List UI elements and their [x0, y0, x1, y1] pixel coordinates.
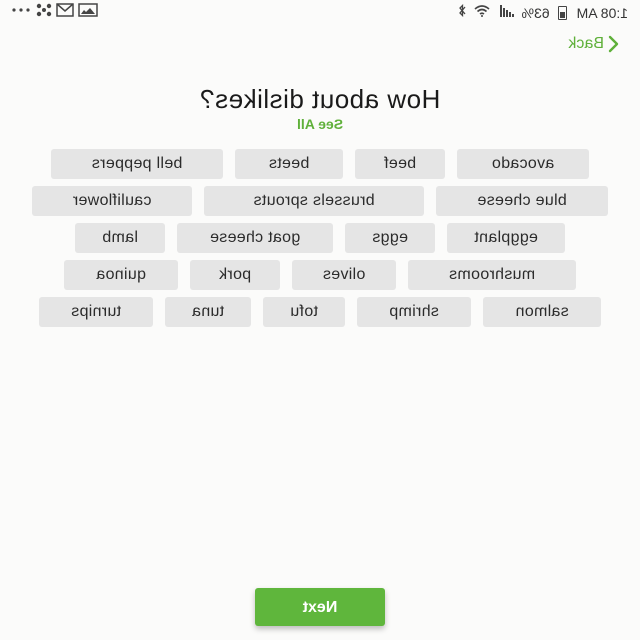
chip-cauliflower[interactable]: cauliflower [32, 186, 192, 216]
food-chip-list: avocado beef beets bell peppers blue che… [24, 149, 616, 327]
chip-shrimp[interactable]: shrimp [357, 297, 471, 327]
wifi-icon [474, 4, 490, 21]
chip-mushrooms[interactable]: mushrooms [408, 260, 576, 290]
chip-lamb[interactable]: lamb [75, 223, 165, 253]
screen: 1:08 AM 63% Back How about dislikes? See… [0, 0, 640, 640]
next-button[interactable]: Next [255, 588, 385, 626]
chip-tuna[interactable]: tuna [165, 297, 251, 327]
signal-icon [498, 4, 514, 21]
gallery-icon [78, 3, 98, 21]
more-icon[interactable] [10, 4, 32, 20]
chip-bell-peppers[interactable]: bell peppers [51, 149, 223, 179]
page-title: How about dislikes? [199, 84, 441, 114]
clock: 1:08 AM [576, 4, 628, 21]
see-all-link[interactable]: See All [0, 116, 640, 132]
battery-percent: 63% [521, 4, 550, 21]
status-bar: 1:08 AM 63% [0, 0, 640, 26]
chip-turnips[interactable]: turnips [39, 297, 153, 327]
chip-quinoa[interactable]: quinoa [64, 260, 178, 290]
chip-goat-cheese[interactable]: goat cheese [177, 223, 333, 253]
chip-eggplant[interactable]: eggplant [447, 223, 565, 253]
pinwheel-icon [36, 3, 52, 21]
chevron-left-icon [608, 35, 620, 53]
back-button[interactable]: Back [568, 32, 620, 56]
chip-olives[interactable]: olives [292, 260, 396, 290]
chip-blue-cheese[interactable]: blue cheese [436, 186, 608, 216]
chip-brussels-sprouts[interactable]: brussels sprouts [204, 186, 424, 216]
chip-beets[interactable]: beets [235, 149, 343, 179]
chip-pork[interactable]: pork [190, 260, 280, 290]
chip-avocado[interactable]: avocado [457, 149, 589, 179]
mail-icon [56, 3, 74, 21]
chip-tofu[interactable]: tofu [263, 297, 345, 327]
status-bar-left: 1:08 AM 63% [458, 3, 628, 21]
battery-icon [557, 5, 567, 20]
chip-eggs[interactable]: eggs [345, 223, 435, 253]
chip-beef[interactable]: beef [355, 149, 445, 179]
chip-salmon[interactable]: salmon [483, 297, 601, 327]
bluetooth-icon [458, 3, 466, 21]
back-label: Back [568, 35, 604, 52]
status-bar-right [10, 3, 98, 21]
